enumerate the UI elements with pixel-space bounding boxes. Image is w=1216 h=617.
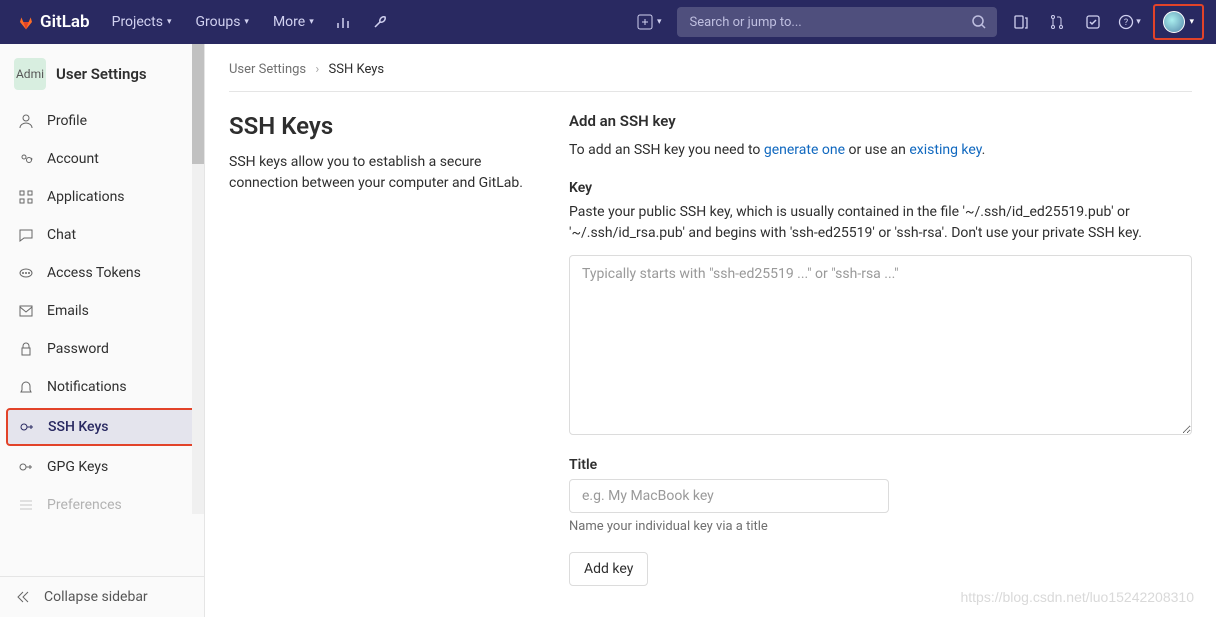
sidebar-item-access-tokens[interactable]: Access Tokens — [0, 254, 204, 292]
sidebar-title: User Settings — [56, 65, 147, 83]
sidebar-item-applications[interactable]: Applications — [0, 178, 204, 216]
bell-icon — [17, 379, 35, 395]
apps-icon — [17, 189, 35, 205]
sidebar-item-ssh-keys[interactable]: SSH Keys — [6, 408, 198, 446]
sidebar-item-emails[interactable]: Emails — [0, 292, 204, 330]
nav-search — [677, 7, 997, 37]
svg-text:?: ? — [1124, 18, 1128, 28]
nav-help-icon[interactable]: ?▾ — [1111, 0, 1147, 44]
gitlab-icon — [18, 14, 34, 30]
sidebar-scroll-thumb[interactable] — [192, 44, 204, 164]
sidebar-header: Admi User Settings — [0, 44, 204, 102]
nav-issues-icon[interactable] — [1003, 0, 1039, 44]
wrench-icon — [372, 14, 388, 30]
existing-key-link[interactable]: existing key — [909, 142, 981, 158]
top-navbar: GitLab Projects▾ Groups▾ More▾ ▾ ?▾ ▾ — [0, 0, 1216, 44]
title-help-text: Name your individual key via a title — [569, 519, 1192, 534]
breadcrumb: User Settings › SSH Keys — [229, 62, 1192, 92]
chevron-down-icon: ▾ — [309, 17, 314, 27]
avatar — [1163, 11, 1185, 33]
nav-activity-icon[interactable] — [326, 0, 362, 44]
account-icon — [17, 151, 35, 167]
sidebar-item-preferences[interactable]: Preferences — [0, 486, 204, 524]
watermark: https://blog.csdn.net/luo15242208310 — [960, 589, 1194, 605]
generate-key-link[interactable]: generate one — [764, 142, 845, 158]
sidebar-item-chat[interactable]: Chat — [0, 216, 204, 254]
search-icon[interactable] — [971, 14, 987, 34]
chevrons-left-icon — [14, 589, 32, 605]
help-icon: ? — [1118, 14, 1134, 30]
nav-wrench-icon[interactable] — [362, 0, 398, 44]
key-help-text: Paste your public SSH key, which is usua… — [569, 202, 1192, 245]
sidebar-item-gpg-keys[interactable]: GPG Keys — [0, 448, 204, 486]
nav-plus[interactable]: ▾ — [627, 14, 672, 30]
chevron-down-icon: ▾ — [167, 17, 172, 27]
chevron-down-icon: ▾ — [1136, 17, 1141, 27]
nav-more[interactable]: More▾ — [261, 0, 326, 44]
key-title-input[interactable] — [569, 479, 889, 513]
chat-icon — [17, 227, 35, 243]
nav-todos-icon[interactable] — [1075, 0, 1111, 44]
breadcrumb-current: SSH Keys — [329, 62, 385, 77]
issues-icon — [1013, 14, 1029, 30]
key-icon — [17, 459, 35, 475]
token-icon — [17, 265, 35, 281]
sidebar-item-password[interactable]: Password — [0, 330, 204, 368]
profile-icon — [17, 113, 35, 129]
form-intro: To add an SSH key you need to generate o… — [569, 140, 1192, 162]
search-input[interactable] — [677, 7, 997, 37]
mail-icon — [17, 303, 35, 319]
title-field-label: Title — [569, 457, 1192, 473]
page-title: SSH Keys — [229, 112, 529, 140]
add-key-button[interactable]: Add key — [569, 552, 648, 586]
sidebar: Admi User Settings Profile Account Appli… — [0, 44, 205, 617]
sidebar-avatar: Admi — [14, 58, 46, 90]
ssh-key-textarea[interactable] — [569, 255, 1192, 435]
breadcrumb-root[interactable]: User Settings — [229, 62, 306, 77]
form-heading: Add an SSH key — [569, 112, 1192, 130]
key-icon — [18, 419, 36, 435]
sidebar-item-notifications[interactable]: Notifications — [0, 368, 204, 406]
sidebar-item-profile[interactable]: Profile — [0, 102, 204, 140]
sidebar-item-account[interactable]: Account — [0, 140, 204, 178]
nav-projects[interactable]: Projects▾ — [100, 0, 184, 44]
page-description: SSH keys allow you to establish a secure… — [229, 152, 529, 194]
chart-icon — [336, 14, 352, 30]
brand-text: GitLab — [40, 12, 90, 32]
nav-user-menu[interactable]: ▾ — [1153, 4, 1204, 40]
gitlab-logo[interactable]: GitLab — [8, 12, 100, 32]
pref-icon — [17, 497, 35, 513]
todos-icon — [1085, 14, 1101, 30]
chevron-down-icon: ▾ — [1189, 17, 1194, 27]
plus-square-icon — [637, 14, 653, 30]
collapse-sidebar[interactable]: Collapse sidebar — [0, 576, 204, 617]
chevron-down-icon: ▾ — [244, 17, 249, 27]
key-field-label: Key — [569, 180, 1192, 196]
merge-request-icon — [1049, 14, 1065, 30]
chevron-right-icon: › — [315, 62, 319, 77]
chevron-down-icon: ▾ — [657, 17, 662, 27]
nav-groups[interactable]: Groups▾ — [183, 0, 260, 44]
lock-icon — [17, 341, 35, 357]
nav-merge-requests-icon[interactable] — [1039, 0, 1075, 44]
main-content: User Settings › SSH Keys SSH Keys SSH ke… — [205, 44, 1216, 617]
